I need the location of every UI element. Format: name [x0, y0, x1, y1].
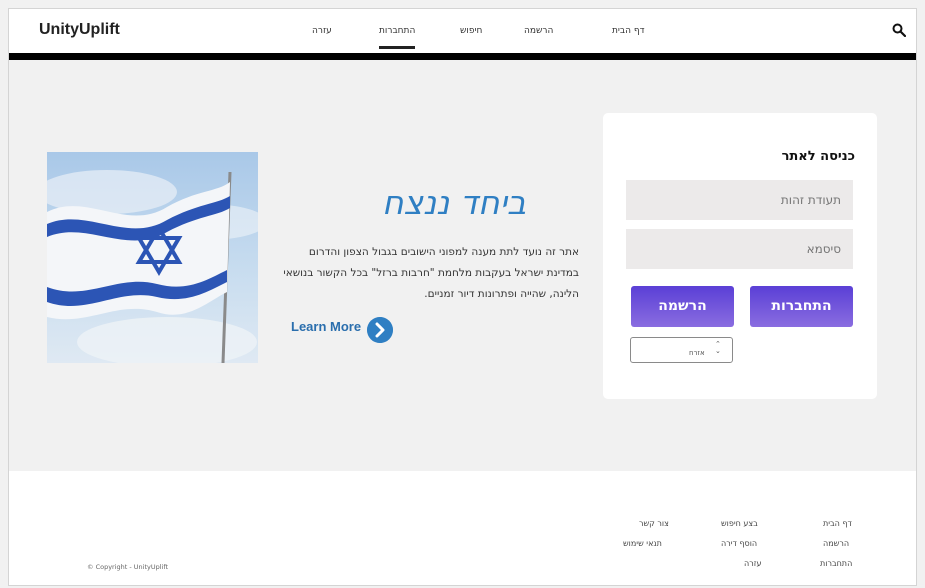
footer-link-add-apartment[interactable]: הוסף דירה	[721, 539, 757, 548]
login-card: כניסה לאתר התחברות הרשמה אזרח ⌃⌄	[603, 113, 877, 399]
password-input[interactable]	[626, 229, 853, 269]
learn-more-link[interactable]: Learn More	[291, 319, 361, 334]
user-type-value: אזרח	[689, 349, 705, 357]
footer-link-login[interactable]: התחברות	[820, 559, 852, 568]
login-button[interactable]: התחברות	[750, 286, 853, 327]
footer-link-contact[interactable]: צור קשר	[639, 519, 669, 528]
search-icon[interactable]	[892, 23, 906, 37]
page-frame: UnityUplift דף הבית הרשמה חיפוש התחברות …	[8, 8, 917, 586]
hero-slogan: ביחד ננצח	[381, 183, 527, 222]
header-divider	[9, 53, 916, 60]
id-number-input[interactable]	[626, 180, 853, 220]
stepper-arrows-icon: ⌃ ⌄	[715, 340, 721, 355]
copyright-text: © Copyright - UnityUplift	[87, 563, 169, 571]
chevron-right-circle-icon[interactable]	[367, 317, 393, 343]
footer-link-register[interactable]: הרשמה	[823, 539, 849, 548]
register-button[interactable]: הרשמה	[631, 286, 734, 327]
footer-link-home[interactable]: דף הבית	[823, 519, 852, 528]
nav-register[interactable]: הרשמה	[524, 26, 553, 36]
nav-search[interactable]: חיפוש	[460, 26, 482, 36]
hero-description: אתר זה נועד לתת מענה למפוני הישובים בגבו…	[283, 246, 579, 300]
nav-home[interactable]: דף הבית	[612, 26, 645, 36]
israel-flag-image	[47, 152, 258, 363]
login-title: כניסה לאתר	[781, 149, 855, 164]
footer-link-help[interactable]: עזרה	[744, 559, 762, 568]
footer-link-terms[interactable]: תנאי שימוש	[623, 539, 662, 548]
user-type-select[interactable]: אזרח ⌃ ⌄	[630, 337, 733, 363]
nav-login[interactable]: התחברות	[379, 26, 416, 49]
footer-link-search[interactable]: בצע חיפוש	[721, 519, 758, 528]
brand-logo[interactable]: UnityUplift	[39, 21, 120, 39]
nav-help[interactable]: עזרה	[312, 26, 332, 36]
top-navbar: UnityUplift דף הבית הרשמה חיפוש התחברות …	[9, 9, 916, 53]
